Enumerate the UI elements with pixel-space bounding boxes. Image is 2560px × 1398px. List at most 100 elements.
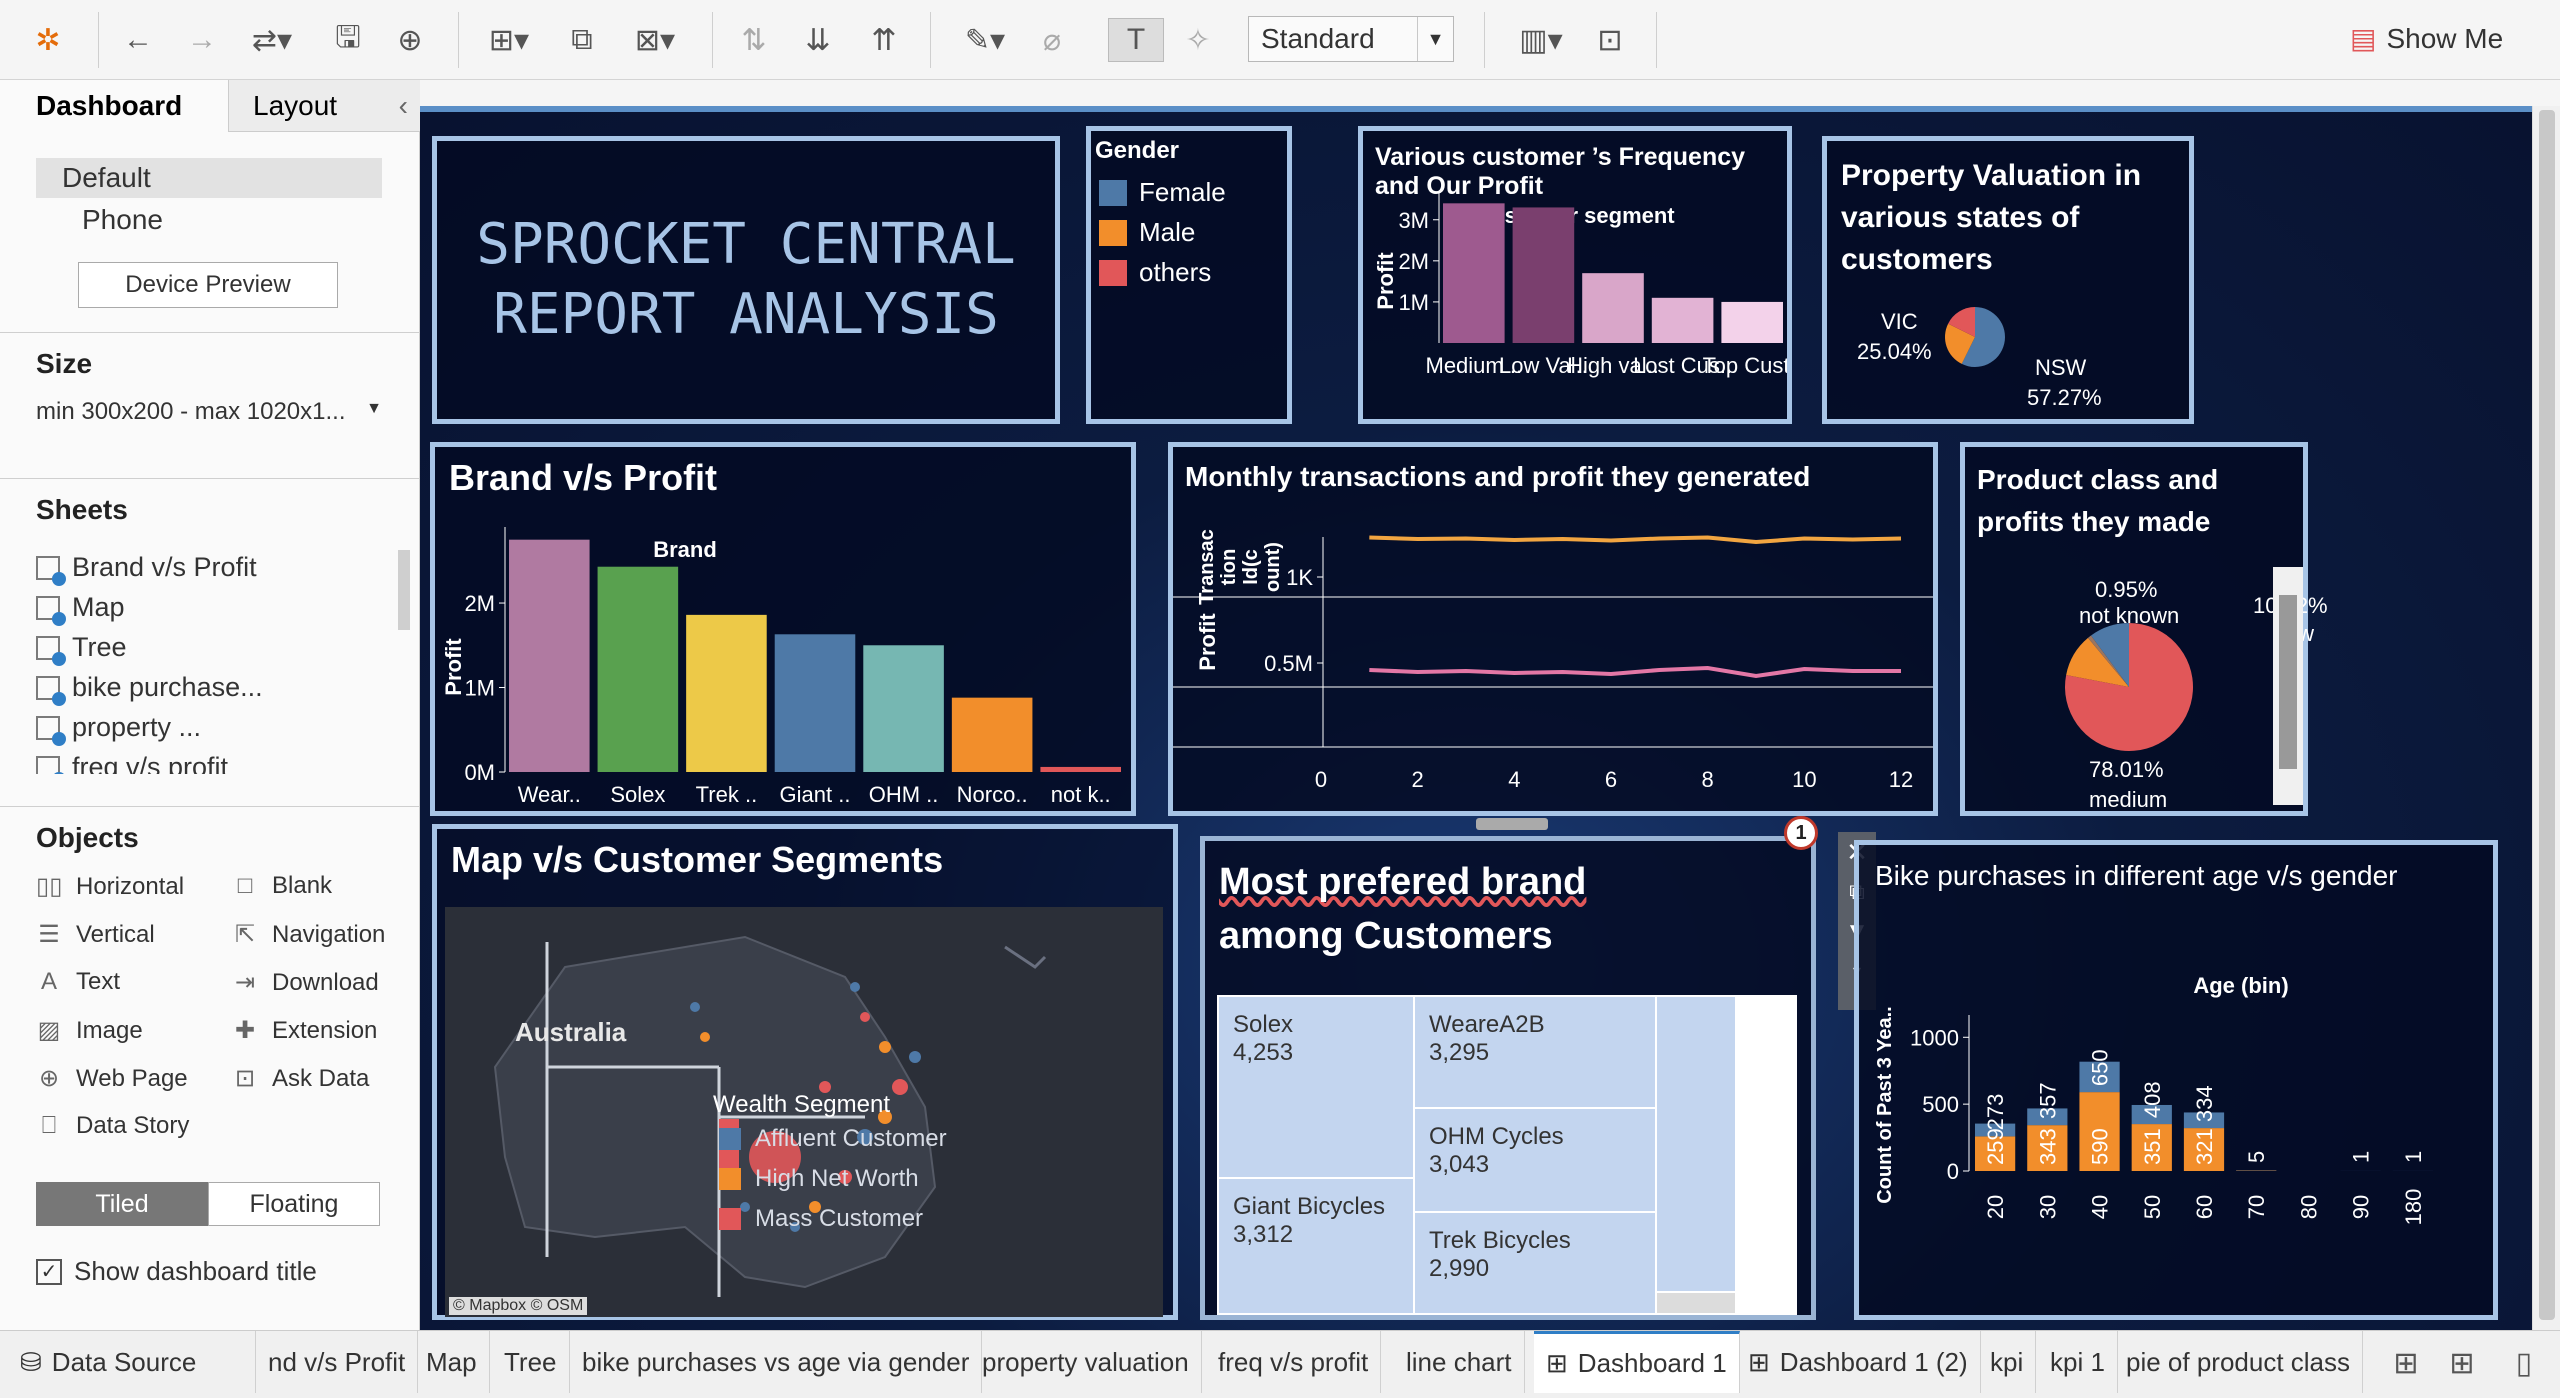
tableau-logo-icon[interactable]: ✲ <box>26 18 70 62</box>
nsw-label: NSW <box>2035 355 2087 380</box>
size-select[interactable]: min 300x200 - max 1020x1... ▼ <box>36 398 382 426</box>
save-icon[interactable]: 🖫 <box>326 18 370 62</box>
product-scrollbar[interactable] <box>2273 567 2303 805</box>
clear-sheet-icon[interactable]: ⊠▾ <box>620 18 690 62</box>
bar <box>686 614 767 772</box>
object-download[interactable]: ⇥ Download <box>232 968 379 997</box>
legend-item-male[interactable]: Male <box>1099 217 1195 248</box>
treemap[interactable]: Solex 4,253 WeareA2B 3,295 Giant Bicycles 3… <box>1217 995 1797 1315</box>
object-ask-data[interactable]: ⊡ Ask Data <box>232 1064 369 1093</box>
object-text[interactable]: A Text <box>36 968 120 996</box>
tab-dashboard[interactable]: Dashboard <box>0 80 228 132</box>
object-web-page[interactable]: ⊕ Web Page <box>36 1064 188 1093</box>
tab-dashboard-1-2[interactable]: ⊞ Dashboard 1 (2) <box>1736 1331 1981 1393</box>
map-legend-mass[interactable]: Mass Customer <box>719 1205 923 1233</box>
new-dashboard-tab-icon[interactable]: ⊞ <box>2442 1341 2482 1385</box>
floating-button[interactable]: Floating <box>208 1182 380 1226</box>
new-worksheet-tab-icon[interactable]: ⊞ <box>2386 1341 2426 1385</box>
tab-sheet[interactable]: kpi 1 <box>2038 1331 2118 1393</box>
treemap-cell[interactable] <box>1657 1293 1735 1313</box>
tab-sheet[interactable]: Tree <box>492 1331 570 1393</box>
tree-panel[interactable]: Most prefered brand among Customers Sole… <box>1200 836 1816 1320</box>
object-horizontal[interactable]: ▯▯ Horizontal <box>36 872 184 901</box>
presentation-icon[interactable]: ⊡ <box>1588 18 1632 62</box>
group-icon[interactable]: ⌀ <box>1030 18 1074 62</box>
badge[interactable]: 1 <box>1784 816 1818 850</box>
object-navigation[interactable]: ⇱ Navigation <box>232 920 385 949</box>
device-phone[interactable]: Phone <box>82 204 163 236</box>
highlight-icon[interactable]: ✎▾ <box>950 18 1020 62</box>
show-me-button[interactable]: ▤ Show Me <box>2350 22 2503 55</box>
x-tick-label: 8 <box>1702 767 1714 792</box>
map-legend-affluent[interactable]: Affluent Customer <box>719 1125 947 1153</box>
collapse-icon[interactable]: ‹ <box>399 90 408 122</box>
sheet-item[interactable]: Map <box>36 592 125 626</box>
object-image[interactable]: ▨ Image <box>36 1016 143 1045</box>
dashboard-scrollbar[interactable] <box>2532 106 2560 1330</box>
sheet-item[interactable]: property ... <box>36 712 201 746</box>
sheet-item[interactable]: bike purchase... <box>36 672 263 706</box>
object-extension[interactable]: ✚ Extension <box>232 1016 377 1045</box>
map-view[interactable]: Australia Wealth Segment Affluent Custom… <box>445 907 1163 1317</box>
undo-icon[interactable]: ← <box>116 18 160 62</box>
device-preview-button[interactable]: Device Preview <box>78 262 338 308</box>
show-cards-icon[interactable]: ▥▾ <box>1506 18 1576 62</box>
cell-value: 2,990 <box>1429 1255 1490 1282</box>
tab-label: Dashboard 1 <box>1577 1348 1727 1378</box>
treemap-cell[interactable]: OHM Cycles 3,043 <box>1415 1109 1655 1211</box>
x-tick-label: 70 <box>2244 1195 2269 1219</box>
sort-desc-icon[interactable]: ⇈ <box>862 18 906 62</box>
map-legend-high-net-worth[interactable]: High Net Worth <box>719 1165 919 1193</box>
new-datasource-icon[interactable]: ⊕ <box>388 18 432 62</box>
legend-item-others[interactable]: others <box>1099 257 1211 288</box>
object-data-story[interactable]: ⎕ Data Story <box>36 1112 190 1140</box>
data-label-female: 1 <box>2401 1151 2426 1163</box>
sheet-label: Brand v/s Profit <box>72 552 257 582</box>
show-title-checkbox[interactable]: ✓ Show dashboard title <box>36 1256 317 1287</box>
tab-data-source[interactable]: ⛁ Data Source <box>0 1331 256 1393</box>
treemap-cell[interactable] <box>1657 997 1735 1291</box>
pin-icon[interactable]: ✧ <box>1176 18 1220 62</box>
device-default[interactable]: Default <box>62 162 151 194</box>
sheet-item[interactable]: Brand v/s Profit <box>36 552 257 586</box>
tab-sheet[interactable]: Map <box>414 1331 490 1393</box>
new-story-tab-icon[interactable]: ▯ <box>2504 1341 2544 1385</box>
fit-select[interactable]: Standard ▼ <box>1248 16 1454 62</box>
object-blank[interactable]: □ Blank <box>232 872 332 900</box>
x-tick-label: 6 <box>1605 767 1617 792</box>
bar <box>509 539 590 772</box>
sort-asc-icon[interactable]: ⇊ <box>796 18 840 62</box>
show-labels-icon[interactable]: T <box>1108 18 1164 62</box>
tiled-button[interactable]: Tiled <box>36 1182 208 1226</box>
legend-item-female[interactable]: Female <box>1099 177 1226 208</box>
scrollbar-thumb[interactable] <box>2539 110 2555 1320</box>
treemap-cell[interactable]: Trek Bicycles 2,990 <box>1415 1213 1655 1313</box>
sheet-item[interactable]: Tree <box>36 632 127 666</box>
product-scrollbar-thumb[interactable] <box>2279 595 2297 769</box>
sheet-item[interactable]: freq v/s profit <box>36 752 228 774</box>
treemap-cell[interactable]: Solex 4,253 <box>1219 997 1413 1177</box>
object-vertical[interactable]: ☰ Vertical <box>36 920 154 949</box>
duplicate-icon[interactable]: ⧉ <box>560 18 604 62</box>
treemap-cell[interactable]: Giant Bicycles 3,312 <box>1219 1179 1413 1313</box>
treemap-cell[interactable]: WeareA2B 3,295 <box>1415 997 1655 1107</box>
tab-sheet[interactable]: freq v/s profit <box>1206 1331 1382 1393</box>
swap-icon[interactable]: ⇅ <box>732 18 776 62</box>
property-panel: Property Valuation in various states of … <box>1822 136 2194 424</box>
tab-sheet[interactable]: line chart <box>1394 1331 1525 1393</box>
tab-sheet[interactable]: bike purchases vs age via gender <box>570 1331 983 1393</box>
move-handle[interactable] <box>1476 818 1548 830</box>
redo-icon[interactable]: → <box>180 18 224 62</box>
x-tick-label: Norco.. <box>957 782 1028 807</box>
tab-dashboard-1[interactable]: ⊞ Dashboard 1 <box>1534 1331 1740 1393</box>
map-country-label: Australia <box>515 1017 627 1047</box>
tab-sheet[interactable]: pie of product class <box>2114 1331 2364 1393</box>
data-label-female: 357 <box>2035 1082 2060 1119</box>
tab-layout[interactable]: Layout ‹ <box>228 80 420 132</box>
tab-sheet[interactable]: kpi <box>1978 1331 2037 1393</box>
tab-sheet[interactable]: property valuation <box>970 1331 1202 1393</box>
tab-sheet[interactable]: nd v/s Profit <box>256 1331 419 1393</box>
cell-name: WeareA2B <box>1429 1011 1545 1038</box>
replay-icon[interactable]: ⇄▾ <box>240 18 304 62</box>
new-worksheet-icon[interactable]: ⊞▾ <box>474 18 544 62</box>
